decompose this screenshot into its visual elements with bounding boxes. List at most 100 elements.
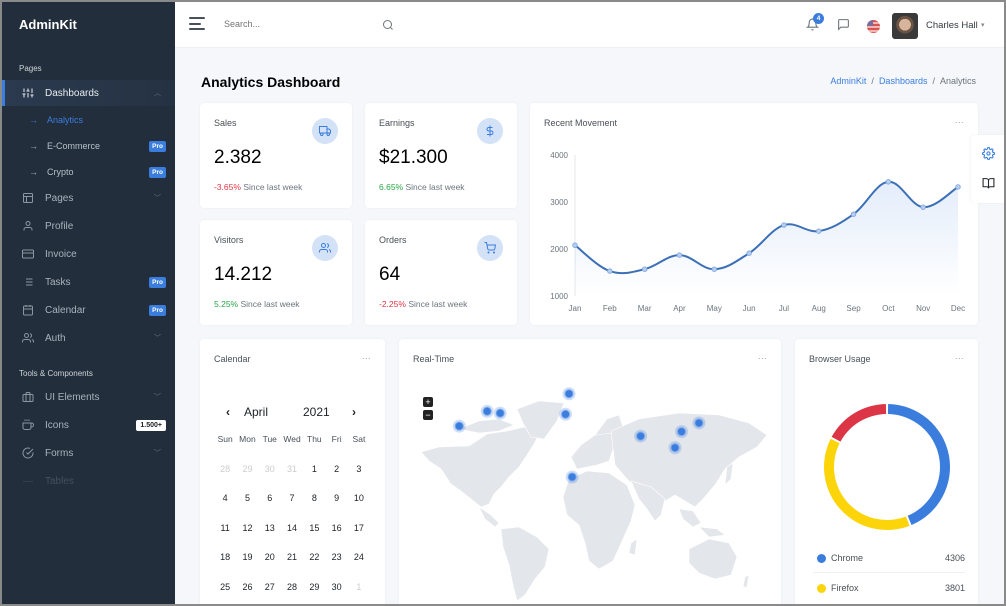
more-options-button[interactable]: ... [362,351,371,361]
calendar-day[interactable]: 4 [214,493,236,503]
app-window: AdminKit Pages Dashboards ︿ → Analytics … [2,2,1004,604]
breadcrumb-link-adminkit[interactable]: AdminKit [830,76,866,86]
brand-logo[interactable]: AdminKit [19,17,77,32]
sidebar-item-forms[interactable]: Forms ﹀ [2,440,175,466]
dollar-icon [477,118,503,144]
search-icon[interactable] [382,18,394,36]
calendar-day[interactable]: 23 [325,552,347,562]
calendar-day[interactable]: 8 [303,493,325,503]
calendar-day[interactable]: 6 [259,493,281,503]
sidebar-subitem-analytics[interactable]: → Analytics [2,109,175,131]
calendar-day[interactable]: 7 [281,493,303,503]
breadcrumb-link-dashboards[interactable]: Dashboards [879,76,928,86]
sidebar-item-dashboards[interactable]: Dashboards ︿ [2,80,175,106]
avatar[interactable] [892,13,918,39]
calendar-day[interactable]: 2 [325,464,347,474]
weekday-label: Sat [352,434,366,444]
sidebar-item-profile[interactable]: Profile [2,213,175,239]
calendar-day[interactable]: 3 [348,464,370,474]
calendar-day[interactable]: 24 [348,552,370,562]
calendar-day[interactable]: 25 [214,582,236,592]
user-name[interactable]: Charles Hall [926,20,978,31]
x-tick-label: Jun [743,304,756,313]
stat-value: $21.300 [379,147,448,168]
calendar-year[interactable]: 2021 [303,405,330,419]
briefcase-icon [21,390,35,404]
sidebar-item-label: Calendar [45,304,86,316]
donut-slice-firefox [824,438,910,530]
weekday-label: Sun [217,434,233,444]
prev-month-button[interactable]: ‹ [226,405,230,419]
calendar-month[interactable]: April [244,405,268,419]
calendar-day[interactable]: 16 [325,523,347,533]
calendar-grid: Sun Mon Tue Wed Thu Fri Sat 28 29 30 31 1 2 3 4 5 6 7 8 9 10… [214,434,386,604]
calendar-day[interactable]: 1 [303,464,325,474]
sidebar-subitem-ecommerce[interactable]: → E-Commerce Pro [2,135,175,157]
y-tick-label: 3000 [550,198,568,207]
search-input[interactable] [224,19,374,29]
calendar-day[interactable]: 27 [259,582,281,592]
calendar-day[interactable]: 18 [214,552,236,562]
sidebar-item-tasks[interactable]: Tasks Pro [2,269,175,295]
menu-toggle-icon[interactable] [189,17,205,30]
calendar-day[interactable]: 21 [281,552,303,562]
map-marker [636,431,646,441]
donut-slice [831,404,887,442]
calendar-day[interactable]: 30 [259,464,281,474]
browser-usage-card: Browser Usage ... Chrome 4306 Firefox 38… [795,339,978,604]
stat-title: Earnings [379,118,415,128]
book-open-icon[interactable] [982,177,995,195]
calendar-day[interactable]: 9 [325,493,347,503]
calendar-day[interactable]: 20 [259,552,281,562]
calendar-day[interactable]: 13 [259,523,281,533]
sidebar-item-label: Profile [45,220,74,232]
next-month-button[interactable]: › [352,405,356,419]
sidebar-item-invoice[interactable]: Invoice [2,241,175,267]
calendar-day[interactable]: 1 [348,582,370,592]
stat-value: 64 [379,264,401,285]
sidebar-item-auth[interactable]: Auth ﹀ [2,325,175,351]
pro-badge: Pro [149,166,166,178]
sidebar-item-calendar[interactable]: Calendar Pro [2,297,175,323]
chevron-down-icon: ﹀ [154,335,161,342]
page-title-bold: Analytics [201,74,264,90]
donut-slice-chrome [887,404,950,526]
world-map[interactable] [399,339,781,604]
calendar-day[interactable]: 17 [348,523,370,533]
message-square-icon[interactable] [837,18,850,36]
calendar-day[interactable]: 11 [214,523,236,533]
breadcrumb-separator: / [871,76,874,86]
arrow-right-icon: → [29,141,38,151]
sidebar-subitem-crypto[interactable]: → Crypto Pro [2,161,175,183]
calendar-day[interactable]: 10 [348,493,370,503]
calendar-day[interactable]: 31 [281,464,303,474]
stat-since: Since last week [243,182,303,192]
calendar-day[interactable]: 14 [281,523,303,533]
sidebar-item-ui-elements[interactable]: UI Elements ﹀ [2,384,175,410]
calendar-day[interactable]: 19 [236,552,258,562]
us-flag-icon[interactable] [867,20,880,33]
sidebar-item-pages[interactable]: Pages ﹀ [2,185,175,211]
settings-gear-icon[interactable] [982,147,995,165]
calendar-day[interactable]: 22 [303,552,325,562]
chevron-up-icon: ︿ [154,90,161,97]
legend-value: 3801 [944,583,965,593]
calendar-day[interactable]: 26 [236,582,258,592]
chevron-down-icon[interactable]: ▾ [981,21,985,29]
calendar-day[interactable]: 28 [281,582,303,592]
calendar-day[interactable]: 29 [303,582,325,592]
calendar-day[interactable]: 29 [236,464,258,474]
calendar-day[interactable]: 12 [236,523,258,533]
map-marker [677,427,687,437]
line-point [572,242,578,248]
sidebar-item-icons[interactable]: Icons 1.500+ [2,412,175,438]
legend-dot-chrome [817,553,826,563]
calendar-day[interactable]: 5 [236,493,258,503]
map-marker [694,418,704,428]
stat-footer: -3.65% Since last week [214,182,302,192]
calendar-day[interactable]: 28 [214,464,236,474]
x-tick-label: Nov [916,304,930,313]
calendar-day[interactable]: 15 [303,523,325,533]
calendar-day[interactable]: 30 [325,582,347,592]
stat-title: Sales [214,118,237,128]
